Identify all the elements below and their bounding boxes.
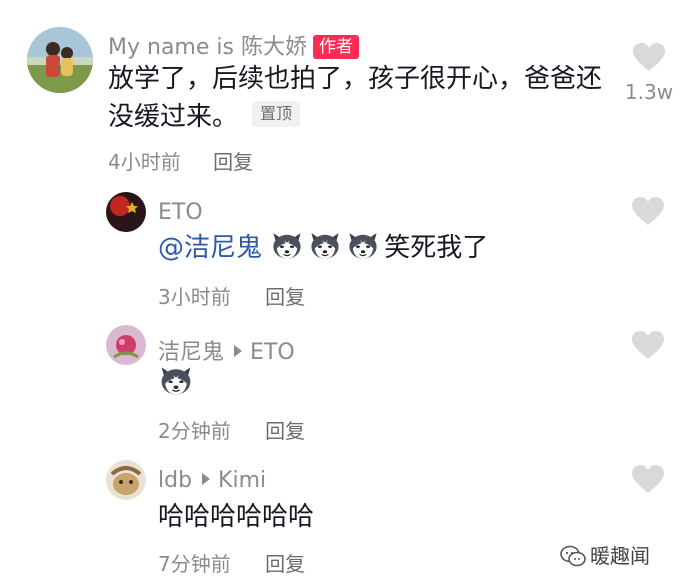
- reply-meta: 2分钟前 回复: [158, 415, 305, 444]
- avatar[interactable]: [106, 192, 146, 232]
- heart-icon[interactable]: [631, 464, 665, 494]
- like-count: 1.3w: [624, 80, 674, 104]
- reply-time: 3小时前: [158, 285, 231, 309]
- husky-dog-emoji-icon: [158, 362, 194, 398]
- heart-icon[interactable]: [632, 42, 666, 72]
- husky-dog-emoji-icon: [308, 228, 342, 262]
- username-text[interactable]: My name is 陈大娇: [108, 35, 307, 60]
- comment-username[interactable]: My name is 陈大娇 作者: [108, 29, 359, 61]
- mention-link[interactable]: @洁尼鬼: [158, 233, 262, 263]
- author-badge: 作者: [312, 35, 359, 59]
- like-button[interactable]: [631, 464, 665, 498]
- emoji-group: [270, 233, 384, 263]
- reply-text: [158, 362, 198, 403]
- like-button[interactable]: [631, 196, 665, 230]
- comment-body: 放学了，后续也拍了，孩子很开心，爸爸还没缓过来。: [108, 64, 603, 132]
- reply-button[interactable]: 回复: [213, 150, 253, 174]
- reply-button[interactable]: 回复: [265, 552, 305, 576]
- wechat-icon: [560, 545, 586, 567]
- reply-arrow-icon: [202, 473, 211, 485]
- heart-icon[interactable]: [631, 196, 665, 226]
- reply-body: 笑死我了: [384, 233, 489, 263]
- comment-time: 4小时前: [108, 150, 181, 174]
- reply-button[interactable]: 回复: [265, 285, 305, 309]
- reply-to-username[interactable]: ETO: [250, 340, 295, 365]
- reply-username[interactable]: ETO: [158, 200, 203, 225]
- username-text[interactable]: ldb: [158, 468, 192, 493]
- avatar[interactable]: [27, 27, 93, 93]
- reply-to-username[interactable]: Kimi: [218, 468, 266, 493]
- avatar[interactable]: [106, 460, 146, 500]
- husky-dog-emoji-icon: [346, 228, 380, 262]
- emoji-group: [158, 369, 198, 399]
- reply-username: ldb Kimi: [158, 468, 266, 493]
- watermark-text: 暖趣闻: [590, 544, 650, 568]
- reply-meta: 7分钟前 回复: [158, 548, 305, 577]
- reply-time: 2分钟前: [158, 419, 231, 443]
- reply-button[interactable]: 回复: [265, 419, 305, 443]
- reply-arrow-icon: [234, 345, 243, 357]
- like-button[interactable]: 1.3w: [614, 42, 684, 104]
- reply-time: 7分钟前: [158, 552, 231, 576]
- like-button[interactable]: [631, 330, 665, 364]
- pinned-badge: 置顶: [252, 101, 301, 127]
- heart-icon[interactable]: [631, 330, 665, 360]
- avatar[interactable]: [106, 325, 146, 365]
- comment-meta: 4小时前 回复: [108, 146, 253, 175]
- reply-meta: 3小时前 回复: [158, 281, 305, 310]
- watermark: 暖趣闻: [560, 540, 650, 569]
- reply-text: @洁尼鬼 笑死我了: [158, 228, 488, 267]
- reply-text: 哈哈哈哈哈哈: [158, 502, 315, 532]
- comment-text: 放学了，后续也拍了，孩子很开心，爸爸还没缓过来。 置顶: [108, 60, 604, 136]
- husky-dog-emoji-icon: [270, 228, 304, 262]
